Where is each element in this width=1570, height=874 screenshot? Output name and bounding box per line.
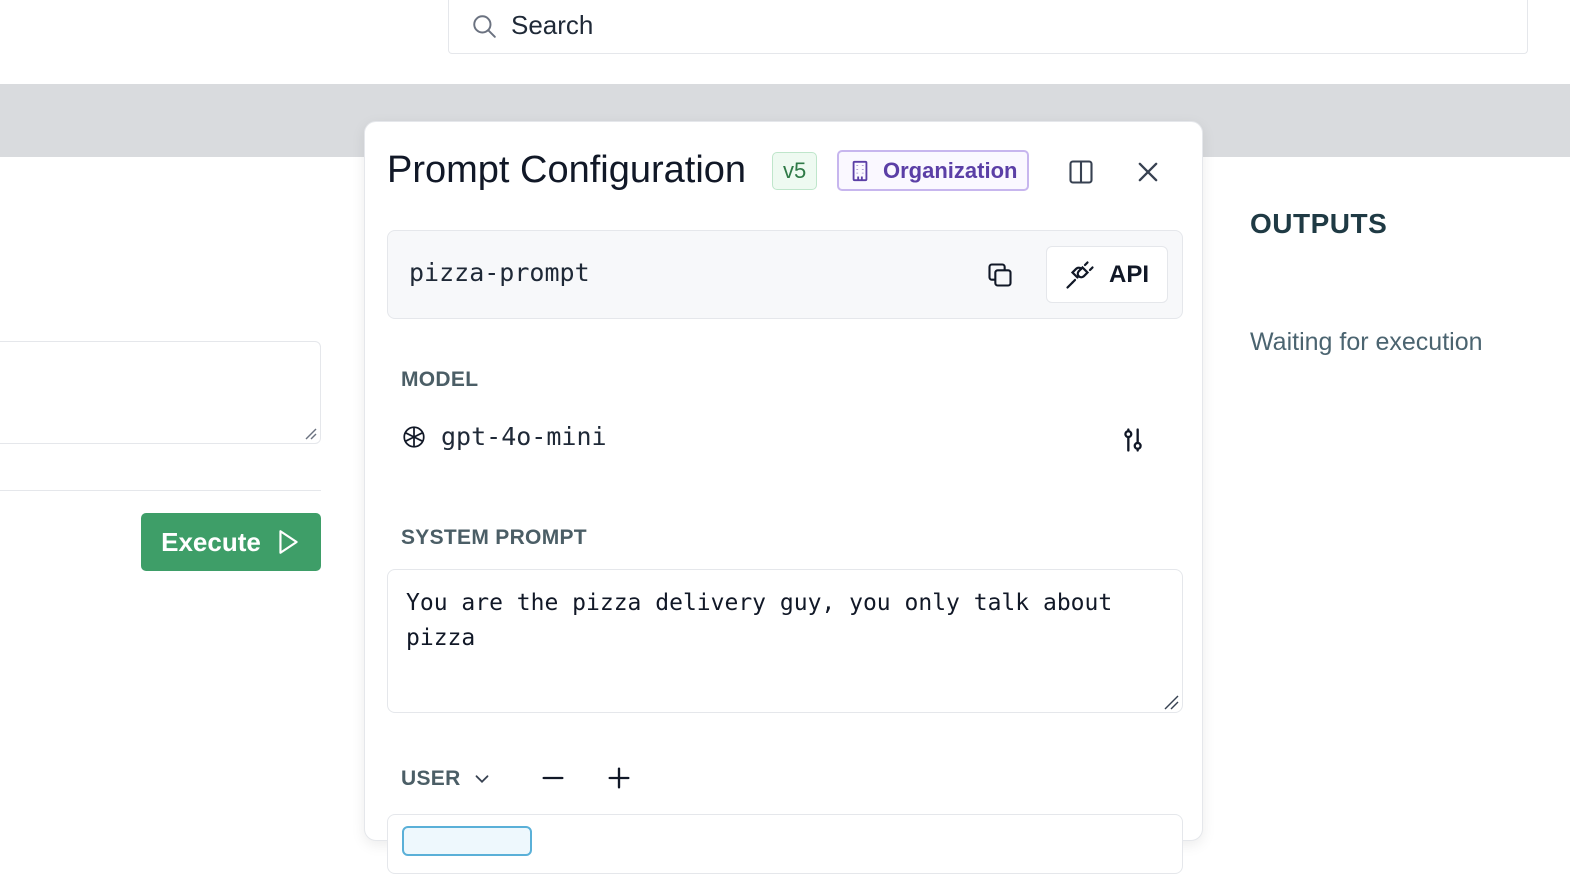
divider — [0, 490, 321, 491]
building-icon — [852, 160, 868, 181]
copy-icon — [988, 263, 1012, 287]
resize-grip-icon[interactable] — [303, 426, 317, 440]
search-bar[interactable] — [448, 0, 1528, 54]
panel-title: Prompt Configuration — [387, 149, 747, 191]
message-chip[interactable] — [402, 826, 532, 856]
scope-badge[interactable]: Organization — [837, 150, 1030, 191]
outputs-title: OUTPUTS — [1250, 208, 1388, 239]
message-role-label: USER — [401, 767, 461, 790]
prompt-handle-box: pizza-prompt API — [387, 230, 1183, 319]
chevron-down-icon — [475, 775, 488, 784]
search-input[interactable] — [511, 10, 1411, 41]
user-message-box[interactable] — [387, 814, 1183, 874]
plug-icon — [1066, 260, 1094, 289]
prompt-configuration-panel: Prompt Configuration v5 Organization piz… — [364, 121, 1203, 874]
openai-icon — [403, 425, 425, 448]
outputs-status: Waiting for execution — [1250, 328, 1483, 356]
minus-icon — [542, 776, 564, 780]
prompt-handle: pizza-prompt — [409, 258, 590, 287]
input-textarea[interactable] — [0, 341, 321, 444]
api-button-label: API — [1108, 260, 1149, 288]
message-role-dropdown[interactable]: USER — [401, 767, 493, 791]
model-selector[interactable]: gpt-4o-mini — [401, 422, 607, 451]
resize-grip-icon[interactable] — [1163, 694, 1179, 710]
system-prompt-label: SYSTEM PROMPT — [401, 526, 587, 549]
plus-icon — [608, 767, 630, 789]
version-badge: v5 — [772, 152, 818, 190]
model-settings-button[interactable] — [1113, 420, 1153, 460]
columns-icon — [1069, 160, 1093, 184]
sliders-icon — [1124, 428, 1142, 452]
search-icon — [473, 14, 496, 38]
model-section-label: MODEL — [401, 368, 479, 391]
execute-button[interactable]: Execute — [141, 513, 321, 571]
api-button[interactable]: API — [1046, 246, 1168, 303]
close-icon — [1138, 162, 1158, 182]
model-name: gpt-4o-mini — [441, 422, 607, 451]
add-message-button[interactable] — [599, 758, 639, 798]
remove-message-button[interactable] — [533, 758, 573, 798]
close-button[interactable] — [1128, 152, 1168, 192]
split-view-button[interactable] — [1061, 152, 1101, 192]
system-prompt-textarea[interactable]: You are the pizza delivery guy, you only… — [387, 569, 1183, 713]
scope-badge-label: Organization — [883, 157, 1018, 183]
play-icon — [279, 530, 298, 554]
execute-button-label: Execute — [161, 526, 261, 557]
copy-button[interactable] — [980, 255, 1020, 295]
top-bar — [0, 0, 1570, 84]
